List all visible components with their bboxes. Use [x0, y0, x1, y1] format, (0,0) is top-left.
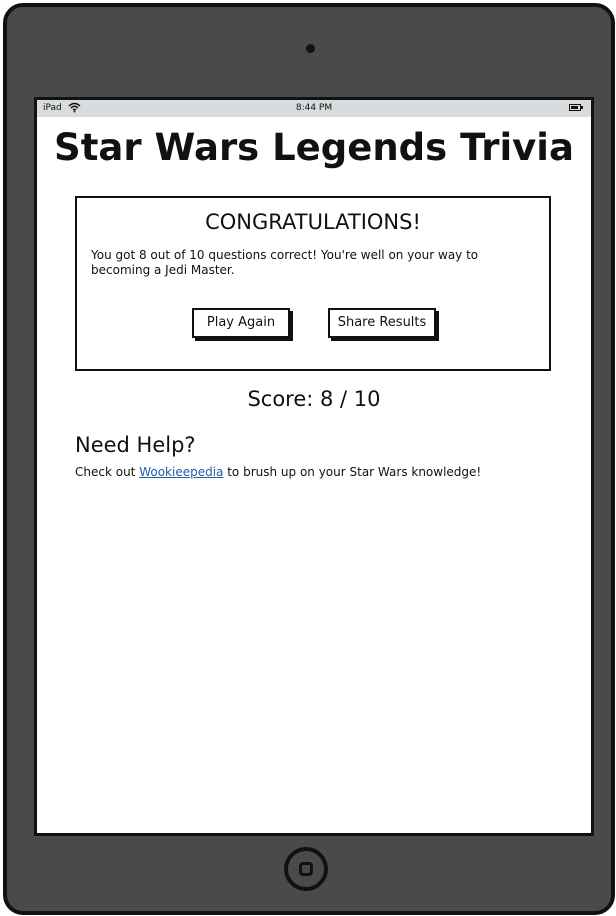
home-button-inner-icon: [299, 862, 313, 876]
wookieepedia-link[interactable]: Wookieepedia: [139, 465, 223, 479]
help-heading: Need Help?: [75, 433, 196, 457]
play-again-button[interactable]: Play Again: [192, 308, 290, 338]
status-time: 8:44 PM: [295, 103, 333, 113]
share-results-button[interactable]: Share Results: [328, 308, 436, 338]
help-text-prefix: Check out: [75, 465, 140, 479]
help-text-suffix: to brush up on your Star Wars knowledge!: [223, 465, 482, 479]
battery-icon: [569, 104, 583, 111]
device-screen: iPad 8:44 PM Star Wars Legends Trivia CO…: [34, 97, 594, 836]
camera-icon: [306, 44, 315, 53]
page-title: Star Wars Legends Trivia: [54, 126, 574, 169]
result-heading: CONGRATULATIONS!: [205, 210, 421, 234]
home-button-icon[interactable]: [284, 847, 328, 891]
result-message: You got 8 out of 10 questions correct! Y…: [91, 248, 479, 277]
result-card: CONGRATULATIONS! You got 8 out of 10 que…: [75, 196, 551, 371]
status-bar: iPad 8:44 PM: [37, 100, 591, 117]
help-text: Check out Wookieepedia to brush up on yo…: [75, 465, 481, 479]
score-text: Score: 8 / 10: [247, 387, 381, 411]
ipad-frame: iPad 8:44 PM Star Wars Legends Trivia CO…: [3, 3, 615, 915]
